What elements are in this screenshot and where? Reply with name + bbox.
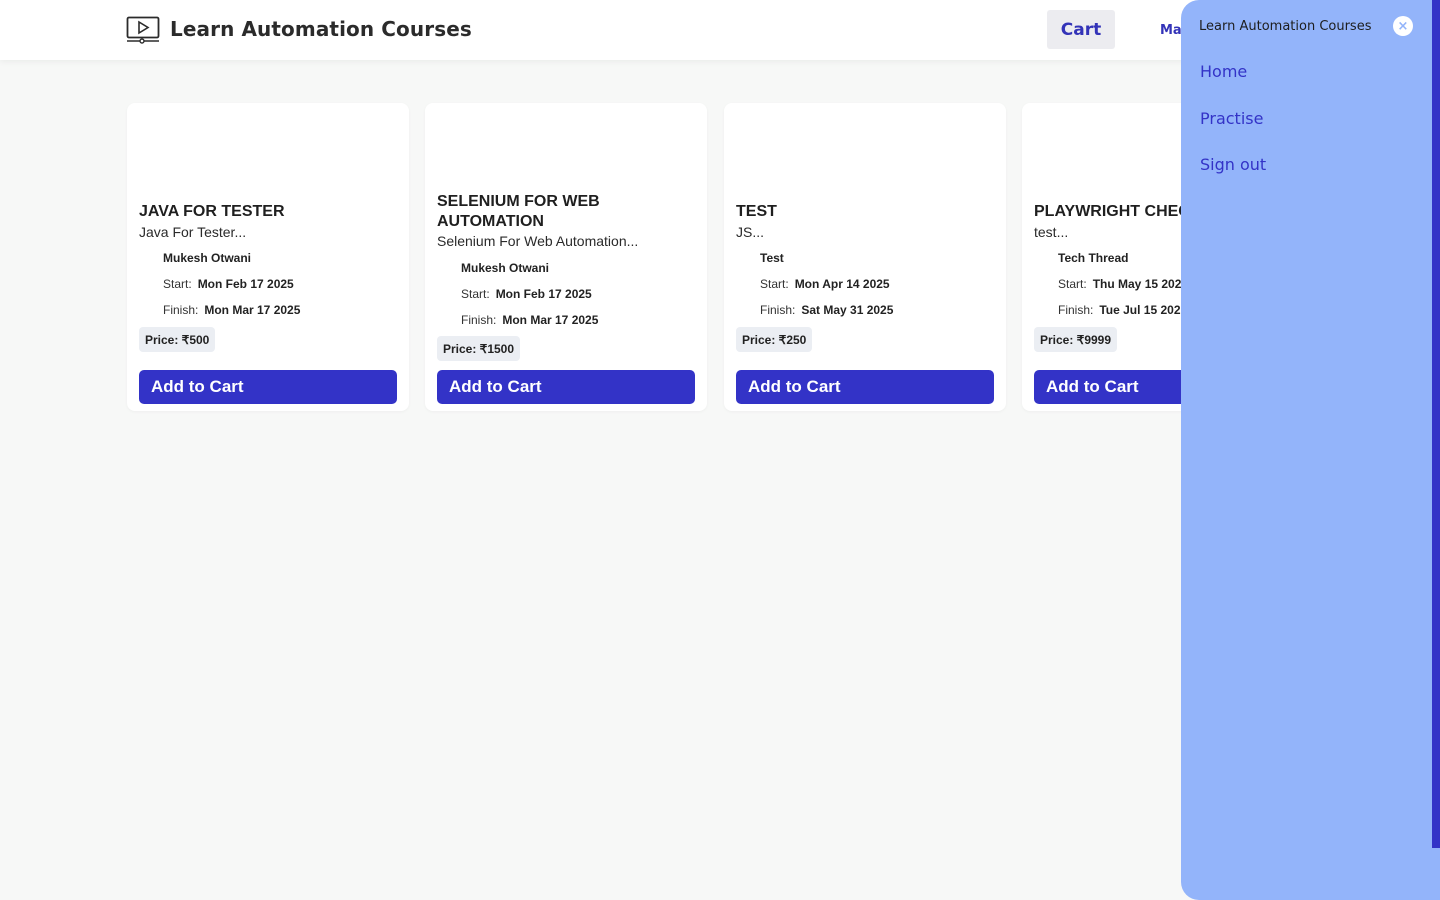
course-start-date: Start: Mon Feb 17 2025 [163,277,294,291]
course-card: TEST JS... Test Start: Mon Apr 14 2025 Fi… [724,103,1006,411]
course-start-date: Start: Thu May 15 202 [1058,277,1181,291]
finish-value: Mon Mar 17 2025 [502,313,599,327]
finish-value: Mon Mar 17 2025 [204,303,301,317]
finish-label: Finish: [163,303,199,317]
course-title: JAVA FOR TESTER [139,203,285,220]
course-card: SELENIUM FOR WEB AUTOMATION Selenium For… [425,103,707,411]
start-label: Start: [760,277,789,291]
price-badge: Price: ₹250 [736,327,813,352]
start-label: Start: [1058,277,1087,291]
course-title: SELENIUM FOR WEB AUTOMATION [437,193,600,230]
add-to-cart-button[interactable]: Add to Cart [437,370,695,404]
finish-value: Tue Jul 15 202 [1099,303,1181,317]
start-value: Thu May 15 202 [1092,277,1182,291]
finish-value: Sat May 31 2025 [801,303,894,317]
course-title: TEST [736,203,777,220]
price-badge: Price: ₹9999 [1034,327,1118,352]
drawer-title: Learn Automation Courses [1199,19,1372,34]
course-finish-date: Finish: Mon Mar 17 2025 [163,303,300,317]
course-start-date: Start: Mon Apr 14 2025 [760,277,890,291]
close-icon[interactable]: × [1393,16,1413,36]
add-to-cart-button[interactable]: Add to Cart [139,370,397,404]
course-description: JS... [736,224,765,240]
video-course-logo-icon[interactable] [126,16,160,44]
price-badge: Price: ₹1500 [437,336,521,361]
app-title[interactable]: Learn Automation Courses [170,17,472,41]
course-description: Java For Tester... [139,224,247,240]
course-finish-date: Finish: Sat May 31 2025 [760,303,893,317]
drawer-item-home[interactable]: Home [1200,62,1247,81]
course-start-date: Start: Mon Feb 17 2025 [461,287,592,301]
drawer-item-practise[interactable]: Practise [1200,109,1263,128]
price-badge: Price: ₹500 [139,327,216,352]
drawer-scrollbar[interactable] [1432,0,1440,848]
start-value: Mon Feb 17 2025 [197,277,294,291]
drawer-item-sign-out[interactable]: Sign out [1200,155,1266,174]
add-to-cart-button[interactable]: Add to Cart [736,370,994,404]
finish-label: Finish: [1058,303,1094,317]
cart-button[interactable]: Cart [1047,10,1115,49]
course-card: JAVA FOR TESTER Java For Tester... Mukes… [127,103,409,411]
start-label: Start: [461,287,490,301]
course-author: Mukesh Otwani [461,261,550,275]
start-label: Start: [163,277,192,291]
course-description: Selenium For Web Automation... [437,233,639,249]
start-value: Mon Feb 17 2025 [495,287,592,301]
start-value: Mon Apr 14 2025 [794,277,890,291]
course-author: Mukesh Otwani [163,251,252,265]
course-description: test... [1034,224,1069,240]
course-finish-date: Finish: Mon Mar 17 2025 [461,313,598,327]
drawer-scrollbar-track [1432,848,1440,900]
finish-label: Finish: [461,313,497,327]
course-finish-date: Finish: Tue Jul 15 202 [1058,303,1181,317]
course-author: Test [760,251,784,265]
course-author: Tech Thread [1058,251,1129,265]
finish-label: Finish: [760,303,796,317]
side-drawer: Learn Automation Courses × Home Practise… [1181,0,1440,900]
